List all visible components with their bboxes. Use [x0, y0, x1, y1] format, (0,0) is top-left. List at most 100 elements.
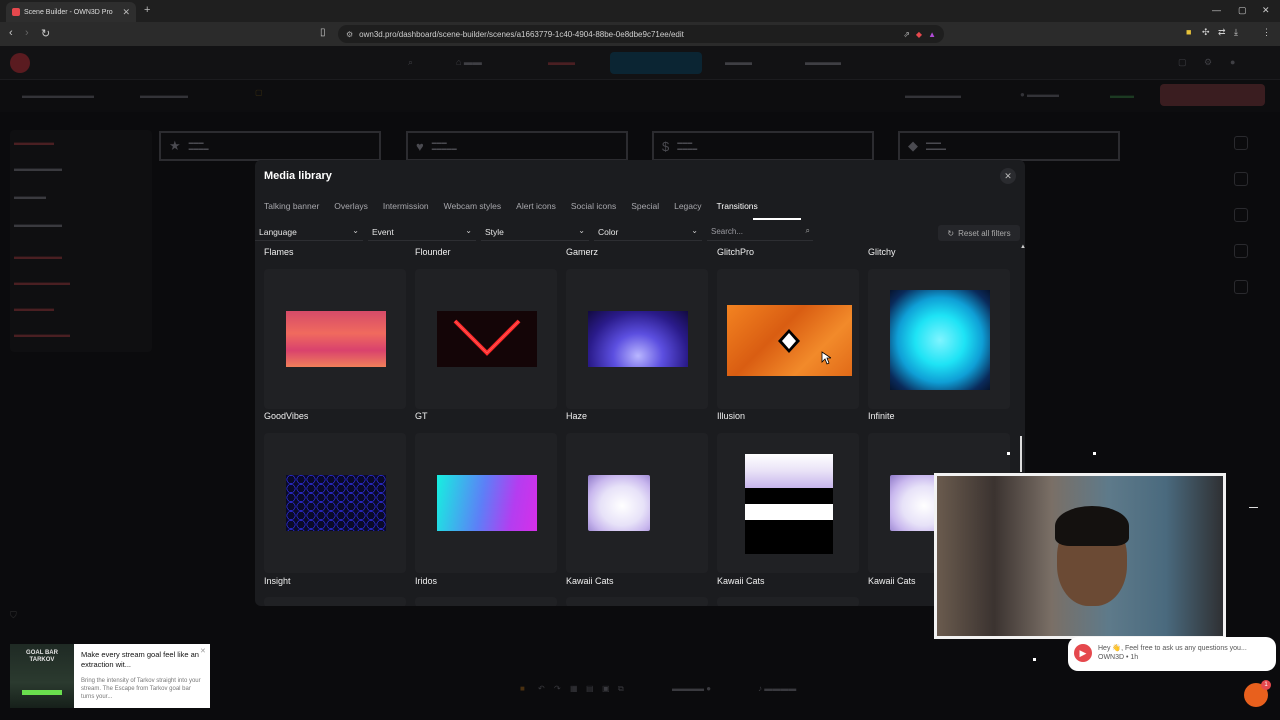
item-label: Flounder [415, 247, 451, 257]
promo-card[interactable]: GOAL BAR TARKOV Make every stream goal f… [10, 644, 210, 708]
select-tool-icon[interactable]: ■ [520, 684, 525, 693]
tab-social-icons[interactable]: Social icons [571, 201, 616, 211]
share-icon[interactable]: ⇗ [903, 30, 910, 39]
media-item-kawaii-cats[interactable] [717, 597, 859, 606]
nav-create[interactable]: ▬▬▬▬ [805, 57, 841, 67]
search-input[interactable]: Search... ⌕ [707, 223, 813, 241]
sync-icon[interactable]: ⇄ [1218, 27, 1226, 38]
media-item-gt[interactable] [415, 433, 557, 573]
minimize-icon[interactable]: — [1212, 5, 1221, 15]
close-tab-icon[interactable]: ✕ [122, 7, 130, 18]
shortcuts-icon[interactable] [1234, 280, 1248, 294]
back-link[interactable]: ▬▬▬▬▬▬▬▬▬ [22, 91, 94, 100]
chat-launcher-button[interactable]: 1 [1244, 680, 1271, 707]
color-select[interactable]: Color ⌄ [594, 223, 702, 241]
tab-overlays[interactable]: Overlays [334, 201, 368, 211]
add-widget[interactable]: ▬▬▬▬▬▬ [14, 252, 62, 261]
add-scene-icon[interactable]: ▢ [255, 88, 263, 97]
zoom-out-icon[interactable] [1234, 172, 1248, 186]
layers-icon[interactable]: ▤ [586, 684, 594, 693]
reset-view-icon[interactable] [1234, 208, 1248, 222]
unread-badge: 1 [1261, 680, 1271, 690]
extension-icon[interactable]: ■ [1186, 27, 1191, 37]
add-graphic[interactable]: ▬▬▬▬▬ [14, 304, 54, 313]
media-item-iridos[interactable] [415, 597, 557, 606]
search-icon[interactable]: ⌕ [408, 57, 413, 68]
puzzle-icon[interactable]: ✣ [1202, 27, 1210, 38]
layer-donation[interactable]: ▬▬▬▬▬▬ [14, 220, 62, 229]
avatar[interactable]: ● [1230, 57, 1235, 67]
nav-store[interactable]: ▬▬▬ [548, 57, 575, 67]
own3d-logo-icon[interactable] [10, 53, 30, 73]
browser-tab[interactable]: Scene Builder - OWN3D Pro ✕ [6, 2, 136, 22]
scene-tab[interactable]: ▬▬▬▬▬▬ [140, 91, 188, 100]
media-item-gamerz[interactable] [566, 269, 708, 409]
add-alert-box[interactable]: ▬▬▬▬▬▬▬ [14, 278, 70, 287]
tab-legacy[interactable]: Legacy [674, 201, 701, 211]
zoom-in-icon[interactable] [1234, 136, 1248, 150]
language-select[interactable]: Language ⌄ [255, 223, 363, 241]
search-icon[interactable]: ⌕ [806, 226, 810, 236]
item-label: GoodVibes [264, 411, 309, 421]
layer-cheer[interactable]: ▬▬▬▬ [14, 192, 46, 201]
copy-icon[interactable]: ⧉ [618, 684, 624, 694]
triangle-icon[interactable]: ▲ [928, 30, 936, 39]
reset-filters-button[interactable]: ↻ Reset all filters [938, 225, 1020, 241]
back-icon[interactable]: ‹ [9, 27, 13, 39]
maximize-icon[interactable]: ▢ [1238, 5, 1247, 16]
tab-alert-icons[interactable]: Alert icons [516, 201, 556, 211]
close-icon[interactable]: ✕ [200, 647, 206, 655]
tab-transitions[interactable]: Transitions [717, 201, 758, 211]
media-item-insight[interactable] [264, 597, 406, 606]
snapping-toggle[interactable]: ▬▬▬▬ ● [672, 684, 711, 693]
fit-to-area-icon[interactable] [1234, 244, 1248, 258]
undo-icon[interactable]: ↶ [538, 684, 545, 693]
image-icon[interactable]: ▣ [602, 684, 610, 693]
style-select[interactable]: Style ⌄ [481, 223, 589, 241]
nav-ai[interactable]: ▬▬▬ [725, 57, 752, 67]
address-bar[interactable]: ⚙ own3d.pro/dashboard/scene-builder/scen… [338, 25, 944, 43]
media-item-glitchpro[interactable] [717, 269, 859, 409]
media-item-glitchy[interactable] [868, 269, 1010, 409]
nav-home[interactable]: ⌂ ▬▬ [456, 57, 482, 67]
new-tab-icon[interactable]: + [144, 4, 150, 16]
media-item-illusion[interactable] [717, 433, 859, 573]
shield-icon[interactable]: ◆ [916, 30, 922, 39]
collapse-icon[interactable]: ⛉ [10, 610, 17, 621]
generate-with-ai[interactable]: ▬▬▬▬▬▬▬ [14, 330, 70, 339]
reload-icon[interactable]: ↻ [41, 27, 50, 40]
notification-icon[interactable]: ▢ [1178, 57, 1187, 68]
nav-active-item[interactable] [610, 52, 702, 74]
tab-webcam-styles[interactable]: Webcam styles [444, 201, 501, 211]
menu-icon[interactable]: ⋮ [1262, 27, 1271, 38]
download-icon[interactable]: ⤓ [1234, 27, 1238, 38]
close-icon[interactable]: ✕ [1000, 168, 1016, 184]
media-item-goodvibes[interactable] [264, 433, 406, 573]
thumbnail [745, 454, 833, 554]
copy-overlay-url[interactable]: ▬▬▬▬▬▬▬ [905, 91, 961, 100]
settings-icon[interactable]: ⚙ [1204, 57, 1212, 68]
tab-special[interactable]: Special [631, 201, 659, 211]
redo-icon[interactable]: ↷ [554, 684, 561, 693]
media-item-flames[interactable] [264, 269, 406, 409]
publish-button[interactable] [1160, 84, 1265, 106]
media-item-kawaii-cats[interactable] [566, 597, 708, 606]
media-item-haze[interactable] [566, 433, 708, 573]
layer-alert-box[interactable]: ▬▬▬▬▬▬ [14, 164, 62, 173]
chat-message-bubble[interactable]: Hey 👋, Feel free to ask us any questions… [1068, 637, 1276, 671]
tab-talking-banner[interactable]: Talking banner [264, 201, 319, 211]
media-item-flounder[interactable] [415, 269, 557, 409]
forward-icon[interactable]: › [25, 27, 29, 39]
tab-intermission[interactable]: Intermission [383, 201, 429, 211]
live-preview-toggle[interactable]: ● ▬▬▬▬ [1020, 90, 1059, 99]
item-label: Kawaii Cats [566, 576, 614, 586]
heart-icon: ♥ [416, 138, 424, 154]
scrollbar[interactable]: ▲ [1020, 244, 1025, 298]
test-alert-button[interactable]: ♪ ▬▬▬▬ [758, 684, 796, 693]
grid-icon[interactable]: ▦ [570, 684, 578, 693]
site-info-icon[interactable]: ⚙ [346, 30, 353, 39]
event-select[interactable]: Event ⌄ [368, 223, 476, 241]
bookmark-icon[interactable]: ▯ [320, 27, 326, 38]
close-window-icon[interactable]: ✕ [1262, 5, 1270, 16]
canvas-banner-donation: $ ▬▬▬ ▬▬▬▬ [652, 131, 874, 161]
